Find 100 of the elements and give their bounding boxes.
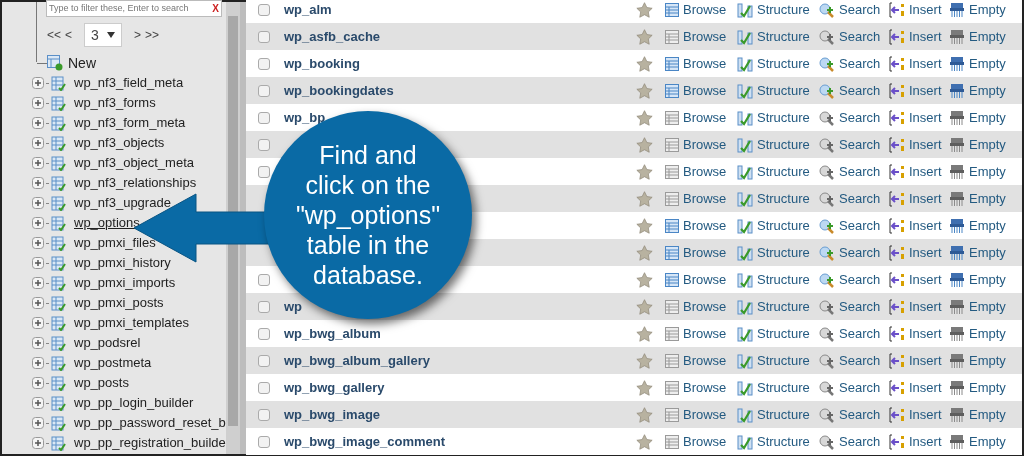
star-icon[interactable] xyxy=(636,406,653,423)
insert-link[interactable]: Insert xyxy=(909,269,942,290)
insert-link[interactable]: Insert xyxy=(909,134,942,155)
first-page-button[interactable]: << xyxy=(47,26,61,44)
table-name-link[interactable]: wp_bookingdates xyxy=(284,82,394,98)
structure-link[interactable]: Structure xyxy=(757,134,810,155)
table-link[interactable]: wp_nf3_upgrade xyxy=(74,193,171,213)
table-link[interactable]: wp_pmxi_files xyxy=(74,233,156,253)
search-link[interactable]: Search xyxy=(839,215,881,236)
expand-icon[interactable] xyxy=(32,317,44,329)
browse-link[interactable]: Browse xyxy=(683,296,727,317)
expand-icon[interactable] xyxy=(32,197,44,209)
search-link[interactable]: Search xyxy=(839,53,881,74)
structure-link[interactable]: Structure xyxy=(757,107,810,128)
structure-link[interactable]: Structure xyxy=(757,377,810,398)
table-link[interactable]: wp_options xyxy=(74,213,140,233)
table-name-link[interactable]: wp_bwg_image_comment xyxy=(284,433,446,449)
star-icon[interactable] xyxy=(636,82,653,99)
star-icon[interactable] xyxy=(636,55,653,72)
scrollbar[interactable] xyxy=(226,2,240,454)
star-icon[interactable] xyxy=(636,190,653,207)
expand-icon[interactable] xyxy=(32,77,44,89)
row-checkbox[interactable] xyxy=(258,381,270,394)
empty-link[interactable]: Empty xyxy=(969,296,1006,317)
table-name-link[interactable]: wp_bwg_image xyxy=(284,406,381,422)
table-link[interactable]: wp_pp_login_builder xyxy=(74,393,194,413)
empty-link[interactable]: Empty xyxy=(969,431,1006,452)
row-checkbox[interactable] xyxy=(258,273,270,286)
insert-link[interactable]: Insert xyxy=(909,296,942,317)
structure-link[interactable]: Structure xyxy=(757,296,810,317)
star-icon[interactable] xyxy=(636,136,653,153)
insert-link[interactable]: Insert xyxy=(909,350,942,371)
insert-link[interactable]: Insert xyxy=(909,404,942,425)
table-name-link[interactable]: wp_alm xyxy=(284,1,332,17)
expand-icon[interactable] xyxy=(32,277,44,289)
insert-link[interactable]: Insert xyxy=(909,242,942,263)
search-link[interactable]: Search xyxy=(839,269,881,290)
expand-icon[interactable] xyxy=(32,417,44,429)
row-checkbox[interactable] xyxy=(258,111,270,124)
search-link[interactable]: Search xyxy=(839,242,881,263)
table-name-link[interactable]: wp_bp xyxy=(284,109,326,125)
browse-link[interactable]: Browse xyxy=(683,215,727,236)
search-link[interactable]: Search xyxy=(839,161,881,182)
empty-link[interactable]: Empty xyxy=(969,188,1006,209)
empty-link[interactable]: Empty xyxy=(969,0,1006,20)
filter-field[interactable]: Type to filter these, Enter to search X xyxy=(46,0,222,17)
browse-link[interactable]: Browse xyxy=(683,134,727,155)
star-icon[interactable] xyxy=(636,28,653,45)
expand-icon[interactable] xyxy=(32,377,44,389)
insert-link[interactable]: Insert xyxy=(909,0,942,20)
insert-link[interactable]: Insert xyxy=(909,188,942,209)
table-name-link[interactable]: wp_booking xyxy=(284,55,360,71)
expand-icon[interactable] xyxy=(32,157,44,169)
star-icon[interactable] xyxy=(636,298,653,315)
structure-link[interactable]: Structure xyxy=(757,0,810,20)
table-link[interactable]: wp_nf3_forms xyxy=(74,93,156,113)
structure-link[interactable]: Structure xyxy=(757,431,810,452)
star-icon[interactable] xyxy=(636,352,653,369)
table-link[interactable]: wp_pp_registration_builde xyxy=(74,433,226,453)
table-link[interactable]: wp_pmxi_templates xyxy=(74,313,189,333)
expand-icon[interactable] xyxy=(32,397,44,409)
structure-link[interactable]: Structure xyxy=(757,269,810,290)
structure-link[interactable]: Structure xyxy=(757,53,810,74)
insert-link[interactable]: Insert xyxy=(909,107,942,128)
browse-link[interactable]: Browse xyxy=(683,323,727,344)
search-link[interactable]: Search xyxy=(839,296,881,317)
table-link[interactable]: wp_pmxi_history xyxy=(74,253,171,273)
expand-icon[interactable] xyxy=(32,217,44,229)
browse-link[interactable]: Browse xyxy=(683,431,727,452)
table-link[interactable]: wp_pmxi_posts xyxy=(74,293,164,313)
expand-icon[interactable] xyxy=(32,297,44,309)
empty-link[interactable]: Empty xyxy=(969,404,1006,425)
expand-icon[interactable] xyxy=(32,97,44,109)
table-link[interactable]: wp_pmxi_imports xyxy=(74,273,176,293)
structure-link[interactable]: Structure xyxy=(757,350,810,371)
empty-link[interactable]: Empty xyxy=(969,53,1006,74)
next-page-button[interactable]: > xyxy=(134,26,142,44)
insert-link[interactable]: Insert xyxy=(909,161,942,182)
previous-page-button[interactable]: < xyxy=(65,26,73,44)
search-link[interactable]: Search xyxy=(839,134,881,155)
table-link[interactable]: wp_nf3_form_meta xyxy=(74,113,186,133)
browse-link[interactable]: Browse xyxy=(683,404,727,425)
expand-icon[interactable] xyxy=(32,237,44,249)
expand-icon[interactable] xyxy=(32,137,44,149)
table-link[interactable]: wp_nf3_object_meta xyxy=(74,153,194,173)
search-link[interactable]: Search xyxy=(839,80,881,101)
browse-link[interactable]: Browse xyxy=(683,161,727,182)
insert-link[interactable]: Insert xyxy=(909,431,942,452)
search-link[interactable]: Search xyxy=(839,323,881,344)
insert-link[interactable]: Insert xyxy=(909,53,942,74)
row-checkbox[interactable] xyxy=(258,435,270,448)
new-table-link[interactable]: New xyxy=(68,52,96,74)
expand-icon[interactable] xyxy=(32,357,44,369)
empty-link[interactable]: Empty xyxy=(969,134,1006,155)
row-checkbox[interactable] xyxy=(258,138,270,151)
structure-link[interactable]: Structure xyxy=(757,161,810,182)
insert-link[interactable]: Insert xyxy=(909,26,942,47)
row-checkbox[interactable] xyxy=(258,327,270,340)
expand-icon[interactable] xyxy=(32,337,44,349)
search-link[interactable]: Search xyxy=(839,350,881,371)
